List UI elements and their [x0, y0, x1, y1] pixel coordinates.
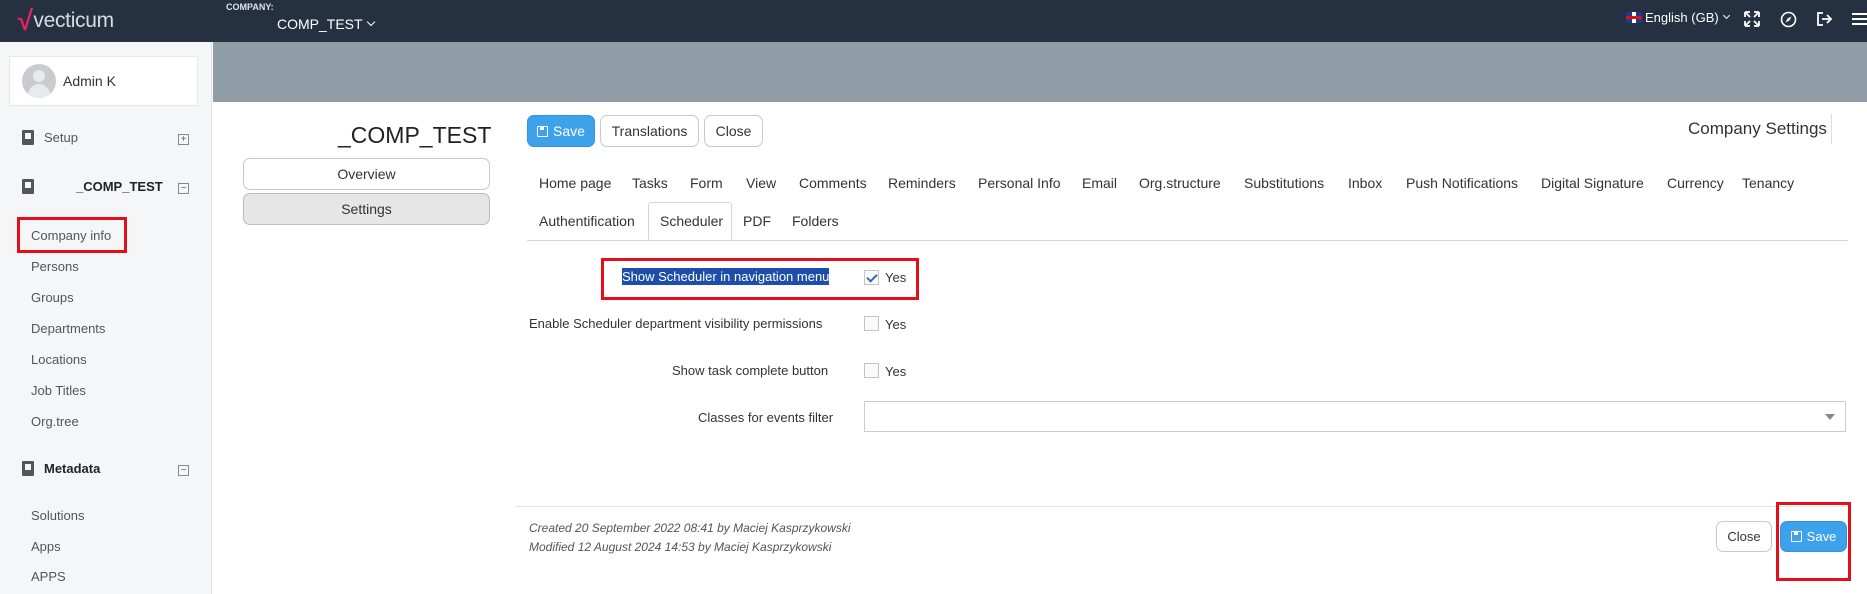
logo-mark-icon: √	[16, 5, 32, 36]
logo-text: vecticum	[33, 9, 114, 32]
task-complete-yes-label: Yes	[885, 364, 907, 379]
tab-inbox[interactable]: Inbox	[1348, 175, 1382, 191]
logout-icon[interactable]	[1814, 9, 1834, 29]
task-complete-checkbox[interactable]	[864, 363, 879, 378]
tab-view[interactable]: View	[746, 175, 776, 191]
tab-currency[interactable]: Currency	[1667, 175, 1724, 191]
modified-info: Modified 12 August 2024 14:53 by Maciej …	[529, 540, 832, 554]
tabs-divider	[527, 240, 1848, 241]
tab-email[interactable]: Email	[1082, 175, 1117, 191]
user-card[interactable]: Admin K	[9, 56, 198, 106]
tab-form[interactable]: Form	[690, 175, 723, 191]
sidebar-section-label: Metadata	[44, 461, 101, 476]
building-icon	[22, 461, 34, 476]
collapse-toggle-icon[interactable]: −	[178, 465, 189, 476]
footer-divider	[515, 506, 1850, 507]
language-selector[interactable]: English (GB)	[1626, 10, 1730, 25]
task-complete-label: Show task complete button	[672, 363, 829, 378]
classes-filter-select[interactable]	[864, 401, 1846, 432]
top-bar: √ vecticum COMPANY: COMP_TEST English (G…	[0, 0, 1867, 42]
floppy-disk-icon	[537, 125, 549, 137]
tab-personal-info[interactable]: Personal Info	[978, 175, 1061, 191]
highlight-box	[17, 217, 127, 253]
sidebar-item-apps[interactable]: Apps	[31, 539, 61, 554]
building-icon	[22, 179, 34, 194]
user-name: Admin K	[63, 73, 116, 89]
show-scheduler-checkbox[interactable]	[864, 270, 879, 285]
chevron-down-icon	[1722, 11, 1730, 20]
save-button[interactable]: Save	[527, 115, 595, 147]
tab-tenancy[interactable]: Tenancy	[1742, 175, 1794, 191]
tab-digital-signature[interactable]: Digital Signature	[1541, 175, 1644, 191]
sidebar-item-job-titles[interactable]: Job Titles	[31, 383, 86, 398]
show-scheduler-label-text: Show Scheduler in navigation menu	[622, 268, 830, 285]
sidebar: Admin K Setup + _COMP_TEST − Company inf…	[0, 42, 212, 594]
sidebar-item-apps-upper[interactable]: APPS	[31, 569, 66, 584]
tab-comments[interactable]: Comments	[799, 175, 867, 191]
company-label: COMPANY:	[226, 2, 274, 12]
sidebar-item-locations[interactable]: Locations	[31, 352, 87, 367]
tab-authentification[interactable]: Authentification	[539, 213, 635, 229]
tab-home-page[interactable]: Home page	[539, 175, 611, 191]
tab-tasks[interactable]: Tasks	[632, 175, 668, 191]
sidebar-item-solutions[interactable]: Solutions	[31, 508, 84, 523]
entity-title: _COMP_TEST	[338, 122, 492, 148]
company-selector[interactable]: COMP_TEST	[277, 16, 375, 32]
highlight-box	[1776, 502, 1851, 581]
sidebar-section-label: Setup	[44, 130, 78, 145]
created-info: Created 20 September 2022 08:41 by Macie…	[529, 521, 851, 535]
dept-visibility-label: Enable Scheduler department visibility p…	[529, 316, 823, 331]
tab-substitutions[interactable]: Substitutions	[1244, 175, 1324, 191]
translations-button[interactable]: Translations	[600, 115, 699, 147]
sidebar-item-groups[interactable]: Groups	[31, 290, 74, 305]
avatar	[22, 64, 56, 98]
vecticum-logo[interactable]: √ vecticum	[16, 6, 114, 36]
sidebar-section-company[interactable]: _COMP_TEST	[22, 179, 163, 194]
page-heading: Company Settings	[1688, 119, 1827, 138]
heading-divider	[1831, 114, 1832, 144]
chevron-down-icon	[366, 17, 375, 27]
footer-close-button[interactable]: Close	[1716, 521, 1772, 552]
tab-folders[interactable]: Folders	[792, 213, 839, 229]
sidebar-item-org-tree[interactable]: Org.tree	[31, 414, 79, 429]
compass-icon[interactable]	[1778, 9, 1798, 29]
menu-icon[interactable]	[1850, 9, 1867, 29]
tab-pdf[interactable]: PDF	[743, 213, 771, 229]
tab-scheduler[interactable]: Scheduler	[660, 213, 723, 229]
uk-flag-icon	[1626, 12, 1642, 23]
dept-visibility-checkbox[interactable]	[864, 316, 879, 331]
building-icon	[22, 130, 34, 145]
dept-visibility-yes-label: Yes	[885, 317, 907, 332]
sidebar-section-label: _COMP_TEST	[76, 179, 163, 194]
company-selector-value: COMP_TEST	[277, 16, 363, 32]
tab-org-structure[interactable]: Org.structure	[1139, 175, 1221, 191]
dropdown-caret-icon	[1825, 414, 1835, 420]
show-scheduler-label: Show Scheduler in navigation menu	[622, 268, 830, 285]
settings-button[interactable]: Settings	[243, 193, 490, 225]
sidebar-item-departments[interactable]: Departments	[31, 321, 105, 336]
tab-reminders[interactable]: Reminders	[888, 175, 956, 191]
sidebar-item-persons[interactable]: Persons	[31, 259, 79, 274]
fullscreen-icon[interactable]	[1742, 9, 1762, 29]
collapse-toggle-icon[interactable]: −	[178, 183, 189, 194]
sidebar-section-setup[interactable]: Setup	[22, 130, 78, 145]
tab-push-notifications[interactable]: Push Notifications	[1406, 175, 1518, 191]
close-button[interactable]: Close	[704, 115, 763, 147]
classes-filter-label: Classes for events filter	[698, 410, 834, 425]
header-band	[213, 42, 1867, 102]
language-value: English (GB)	[1645, 10, 1719, 25]
expand-toggle-icon[interactable]: +	[178, 134, 189, 145]
overview-button[interactable]: Overview	[243, 158, 490, 190]
sidebar-section-metadata[interactable]: Metadata	[22, 461, 100, 476]
save-button-label: Save	[553, 123, 585, 139]
show-scheduler-yes-label: Yes	[885, 270, 907, 285]
